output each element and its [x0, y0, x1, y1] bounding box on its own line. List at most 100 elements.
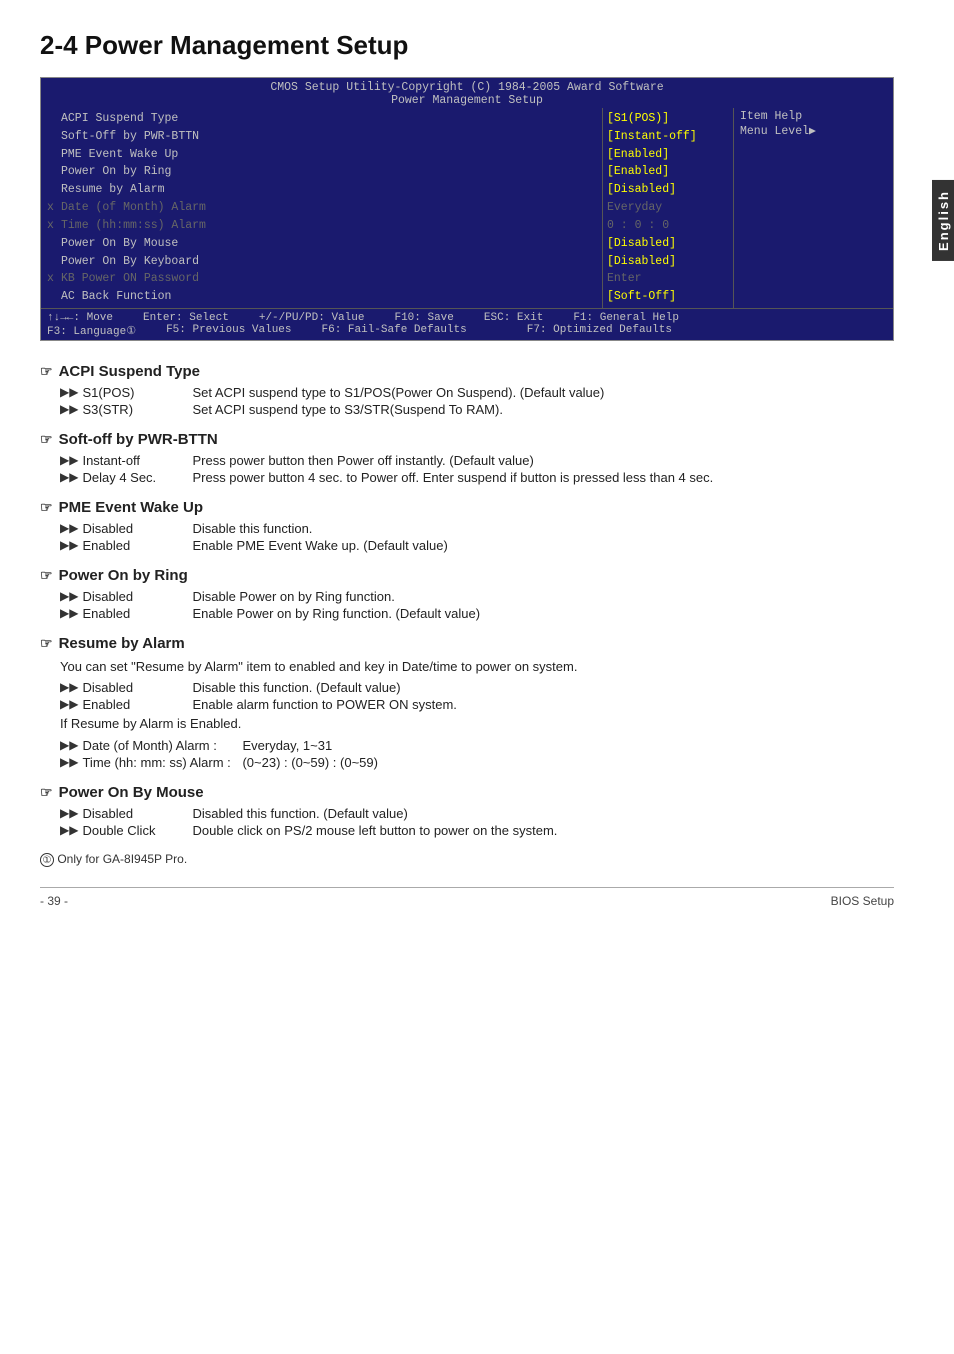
bios-value: Enter [607, 270, 729, 288]
bios-header: CMOS Setup Utility-Copyright (C) 1984-20… [41, 78, 893, 108]
table-row: Resume by Alarm [47, 181, 596, 199]
list-item: ▶▶ S3(STR) Set ACPI suspend type to S3/S… [40, 402, 894, 417]
table-row: x Time (hh:mm:ss) Alarm [47, 217, 596, 235]
table-row: x KB Power ON Password [47, 270, 596, 288]
bullet-icon: ▶▶ [60, 823, 78, 838]
list-item: ▶▶ Disabled Disabled this function. (Def… [40, 806, 894, 821]
bullet-icon: ▶▶ [60, 697, 78, 712]
option-desc: Set ACPI suspend type to S3/STR(Suspend … [192, 402, 894, 417]
page-number: - 39 - [40, 894, 68, 908]
bios-footer-row1: ↑↓→←: Move Enter: Select +/-/PU/PD: Valu… [47, 312, 887, 324]
footnote-circle: ① [40, 853, 54, 867]
list-item: ▶▶ Time (hh: mm: ss) Alarm : (0~23) : (0… [40, 755, 894, 770]
section-note: You can set "Resume by Alarm" item to en… [40, 657, 894, 677]
bios-footer: ↑↓→←: Move Enter: Select +/-/PU/PD: Valu… [41, 308, 893, 340]
bullet-icon: ▶▶ [60, 680, 78, 695]
list-item: ▶▶ Enabled Enable alarm function to POWE… [40, 697, 894, 712]
bios-main-column: ACPI Suspend Type Soft-Off by PWR-BTTN P… [41, 108, 603, 308]
section-pme: PME Event Wake Up ▶▶ Disabled Disable th… [40, 499, 894, 553]
option-desc: Set ACPI suspend type to S1/POS(Power On… [192, 385, 894, 400]
option-desc: (0~23) : (0~59) : (0~59) [242, 755, 894, 770]
option-label: Disabled [82, 589, 192, 604]
option-label: Delay 4 Sec. [82, 470, 192, 485]
section-label: BIOS Setup [831, 894, 894, 908]
list-item: ▶▶ Enabled Enable PME Event Wake up. (De… [40, 538, 894, 553]
section-power-on-mouse: Power On By Mouse ▶▶ Disabled Disabled t… [40, 784, 894, 838]
bios-value: 0 : 0 : 0 [607, 217, 729, 235]
bios-value: [Enabled] [607, 146, 729, 164]
bios-setup-box: CMOS Setup Utility-Copyright (C) 1984-20… [40, 77, 894, 341]
section-title-soft-off: Soft-off by PWR-BTTN [40, 431, 894, 448]
list-item: ▶▶ Double Click Double click on PS/2 mou… [40, 823, 894, 838]
option-desc: Double click on PS/2 mouse left button t… [192, 823, 894, 838]
bios-value-column: [S1(POS)] [Instant-off] [Enabled] [Enabl… [603, 108, 733, 308]
section-title-acpi: ACPI Suspend Type [40, 363, 894, 380]
bullet-icon: ▶▶ [60, 470, 78, 485]
option-desc: Everyday, 1~31 [242, 738, 894, 753]
bios-body: ACPI Suspend Type Soft-Off by PWR-BTTN P… [41, 108, 893, 308]
list-item: ▶▶ S1(POS) Set ACPI suspend type to S1/P… [40, 385, 894, 400]
option-label: Disabled [82, 521, 192, 536]
section-title-resume-alarm: Resume by Alarm [40, 635, 894, 652]
option-label: Disabled [82, 680, 192, 695]
option-label: S3(STR) [82, 402, 192, 417]
bullet-icon: ▶▶ [60, 606, 78, 621]
option-desc: Enable PME Event Wake up. (Default value… [192, 538, 894, 553]
list-item: ▶▶ Disabled Disable Power on by Ring fun… [40, 589, 894, 604]
list-item: ▶▶ Disabled Disable this function. (Defa… [40, 680, 894, 695]
table-row: Power On by Ring [47, 163, 596, 181]
option-desc: Press power button then Power off instan… [192, 453, 894, 468]
bullet-icon: ▶▶ [60, 538, 78, 553]
option-desc: Disable this function. [192, 521, 894, 536]
option-label: Time (hh: mm: ss) Alarm : [82, 755, 242, 770]
list-item: ▶▶ Disabled Disable this function. [40, 521, 894, 536]
section-title-power-on-mouse: Power On By Mouse [40, 784, 894, 801]
table-row: Power On By Mouse [47, 235, 596, 253]
table-row: Power On By Keyboard [47, 253, 596, 271]
section-title-power-on-ring: Power On by Ring [40, 567, 894, 584]
bios-value: [S1(POS)] [607, 110, 729, 128]
bios-value: [Instant-off] [607, 128, 729, 146]
section-acpi: ACPI Suspend Type ▶▶ S1(POS) Set ACPI su… [40, 363, 894, 417]
section-resume-alarm: Resume by Alarm You can set "Resume by A… [40, 635, 894, 770]
table-row: x Date (of Month) Alarm [47, 199, 596, 217]
option-desc: Disable Power on by Ring function. [192, 589, 894, 604]
bullet-icon: ▶▶ [60, 806, 78, 821]
bullet-icon: ▶▶ [60, 738, 78, 753]
bullet-icon: ▶▶ [60, 755, 78, 770]
option-desc: Disabled this function. (Default value) [192, 806, 894, 821]
list-item: ▶▶ Date (of Month) Alarm : Everyday, 1~3… [40, 738, 894, 753]
page-footer: - 39 - BIOS Setup [40, 887, 894, 908]
option-desc: Press power button 4 sec. to Power off. … [192, 470, 894, 485]
section-power-on-ring: Power On by Ring ▶▶ Disabled Disable Pow… [40, 567, 894, 621]
bios-value: [Disabled] [607, 235, 729, 253]
bullet-icon: ▶▶ [60, 453, 78, 468]
section-soft-off: Soft-off by PWR-BTTN ▶▶ Instant-off Pres… [40, 431, 894, 485]
option-desc: Enable alarm function to POWER ON system… [192, 697, 894, 712]
option-label: Date (of Month) Alarm : [82, 738, 242, 753]
bios-help-subtitle: Menu Level▶ [740, 123, 887, 138]
bios-value: [Enabled] [607, 163, 729, 181]
option-desc: Disable this function. (Default value) [192, 680, 894, 695]
option-label: Enabled [82, 697, 192, 712]
section-note-if: If Resume by Alarm is Enabled. [40, 714, 894, 734]
list-item: ▶▶ Enabled Enable Power on by Ring funct… [40, 606, 894, 621]
section-title-pme: PME Event Wake Up [40, 499, 894, 516]
bios-help-title: Item Help [740, 110, 887, 123]
option-label: Double Click [82, 823, 192, 838]
bios-value: [Disabled] [607, 253, 729, 271]
option-desc: Enable Power on by Ring function. (Defau… [192, 606, 894, 621]
option-label: S1(POS) [82, 385, 192, 400]
bullet-icon: ▶▶ [60, 385, 78, 400]
bios-footer-row2: F3: Language① F5: Previous Values F6: Fa… [47, 324, 887, 338]
footnote: ① Only for GA-8I945P Pro. [40, 852, 894, 867]
option-label: Enabled [82, 606, 192, 621]
option-label: Disabled [82, 806, 192, 821]
table-row: PME Event Wake Up [47, 146, 596, 164]
english-side-tab: English [932, 180, 954, 261]
bullet-icon: ▶▶ [60, 521, 78, 536]
bios-help-column: Item Help Menu Level▶ [733, 108, 893, 308]
bios-value: [Disabled] [607, 181, 729, 199]
option-label: Enabled [82, 538, 192, 553]
bullet-icon: ▶▶ [60, 402, 78, 417]
